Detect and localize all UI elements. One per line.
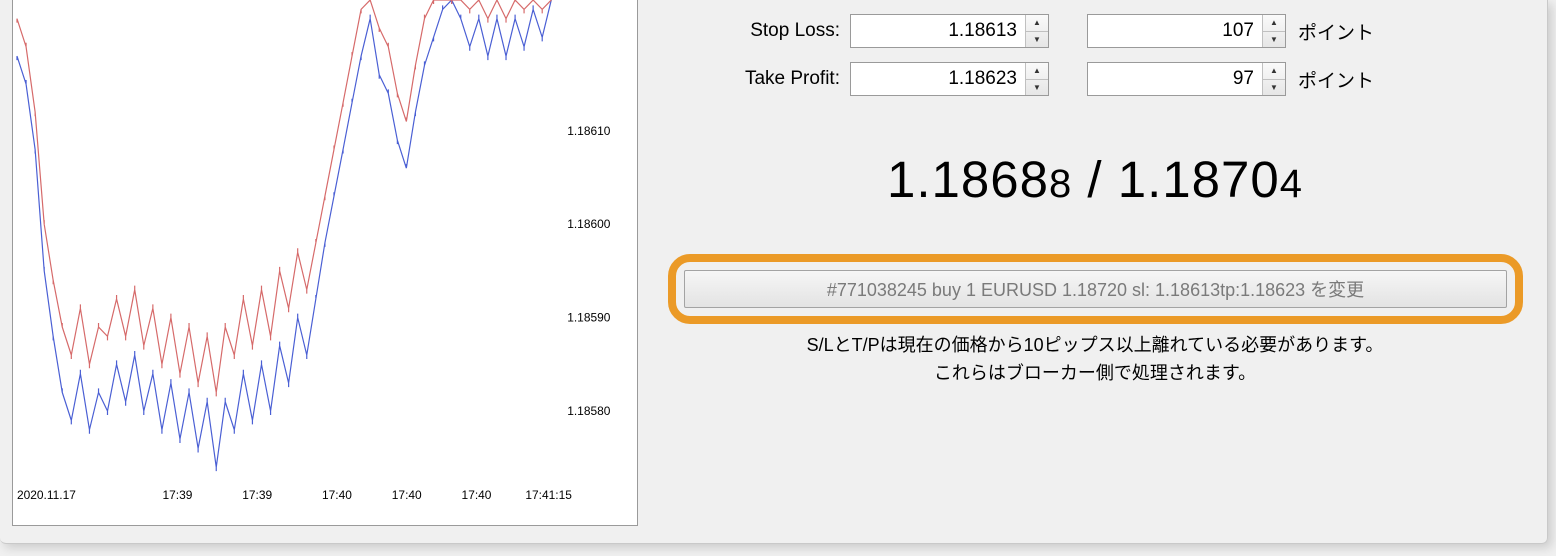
svg-text:1.18580: 1.18580 <box>567 404 611 418</box>
notice-line-2: これらはブローカー側で処理されます。 <box>670 360 1520 388</box>
spin-down-icon[interactable]: ▼ <box>1026 80 1048 96</box>
stop-loss-points-spinner[interactable]: ▲ ▼ <box>1087 14 1286 48</box>
spinner-buttons: ▲ ▼ <box>1025 15 1048 47</box>
svg-text:17:40: 17:40 <box>322 488 352 502</box>
ask-price-main: 1.1870 <box>1118 151 1280 208</box>
stop-loss-price-input[interactable] <box>851 15 1025 47</box>
price-separator: / <box>1072 151 1118 208</box>
take-profit-points-spinner[interactable]: ▲ ▼ <box>1087 62 1286 96</box>
svg-text:17:41:15: 17:41:15 <box>525 488 572 502</box>
svg-text:1.18610: 1.18610 <box>567 124 611 138</box>
spin-down-icon[interactable]: ▼ <box>1263 32 1285 48</box>
take-profit-unit: ポイント <box>1298 66 1374 93</box>
svg-text:2020.11.17: 2020.11.17 <box>17 488 76 502</box>
bid-price-sub: 8 <box>1049 162 1072 206</box>
order-window: 1.18610 1.18600 1.18590 1.18580 2020.11.17 1… <box>0 0 1556 556</box>
svg-text:17:39: 17:39 <box>242 488 272 502</box>
spin-up-icon[interactable]: ▲ <box>1263 15 1285 32</box>
take-profit-row: Take Profit: ▲ ▼ ▲ ▼ ポイント <box>670 62 1536 96</box>
modify-highlight-box: #771038245 buy 1 EURUSD 1.18720 sl: 1.18… <box>668 254 1523 324</box>
stop-loss-price-spinner[interactable]: ▲ ▼ <box>850 14 1049 48</box>
svg-text:17:39: 17:39 <box>163 488 193 502</box>
ask-price-sub: 4 <box>1280 162 1303 206</box>
spin-up-icon[interactable]: ▲ <box>1263 63 1285 80</box>
svg-text:17:40: 17:40 <box>462 488 492 502</box>
spinner-buttons: ▲ ▼ <box>1262 63 1285 95</box>
price-chart: 1.18610 1.18600 1.18590 1.18580 2020.11.17 1… <box>12 0 638 526</box>
spin-up-icon[interactable]: ▲ <box>1026 15 1048 32</box>
take-profit-label: Take Profit: <box>670 68 850 90</box>
svg-text:17:40: 17:40 <box>392 488 422 502</box>
take-profit-price-spinner[interactable]: ▲ ▼ <box>850 62 1049 96</box>
order-form: Stop Loss: ▲ ▼ ▲ ▼ ポイント Take Profit: <box>670 0 1536 96</box>
notice-text: S/LとT/Pは現在の価格から10ピップス以上離れている必要があります。 これら… <box>670 332 1520 388</box>
take-profit-points-input[interactable] <box>1088 63 1262 95</box>
stop-loss-points-input[interactable] <box>1088 15 1262 47</box>
svg-text:1.18600: 1.18600 <box>567 217 611 231</box>
modify-order-button[interactable]: #771038245 buy 1 EURUSD 1.18720 sl: 1.18… <box>684 270 1507 308</box>
stop-loss-label: Stop Loss: <box>670 20 850 42</box>
stop-loss-row: Stop Loss: ▲ ▼ ▲ ▼ ポイント <box>670 14 1536 48</box>
modify-order-label: #771038245 buy 1 EURUSD 1.18720 sl: 1.18… <box>827 276 1364 302</box>
take-profit-price-input[interactable] <box>851 63 1025 95</box>
notice-line-1: S/LとT/Pは現在の価格から10ピップス以上離れている必要があります。 <box>670 332 1520 360</box>
spinner-buttons: ▲ ▼ <box>1025 63 1048 95</box>
svg-text:1.18590: 1.18590 <box>567 311 611 325</box>
spin-up-icon[interactable]: ▲ <box>1026 63 1048 80</box>
stop-loss-unit: ポイント <box>1298 18 1374 45</box>
bid-price-main: 1.1868 <box>887 151 1049 208</box>
price-quote: 1.18688 / 1.18704 <box>670 150 1520 209</box>
spinner-buttons: ▲ ▼ <box>1262 15 1285 47</box>
spin-down-icon[interactable]: ▼ <box>1026 32 1048 48</box>
spin-down-icon[interactable]: ▼ <box>1263 80 1285 96</box>
